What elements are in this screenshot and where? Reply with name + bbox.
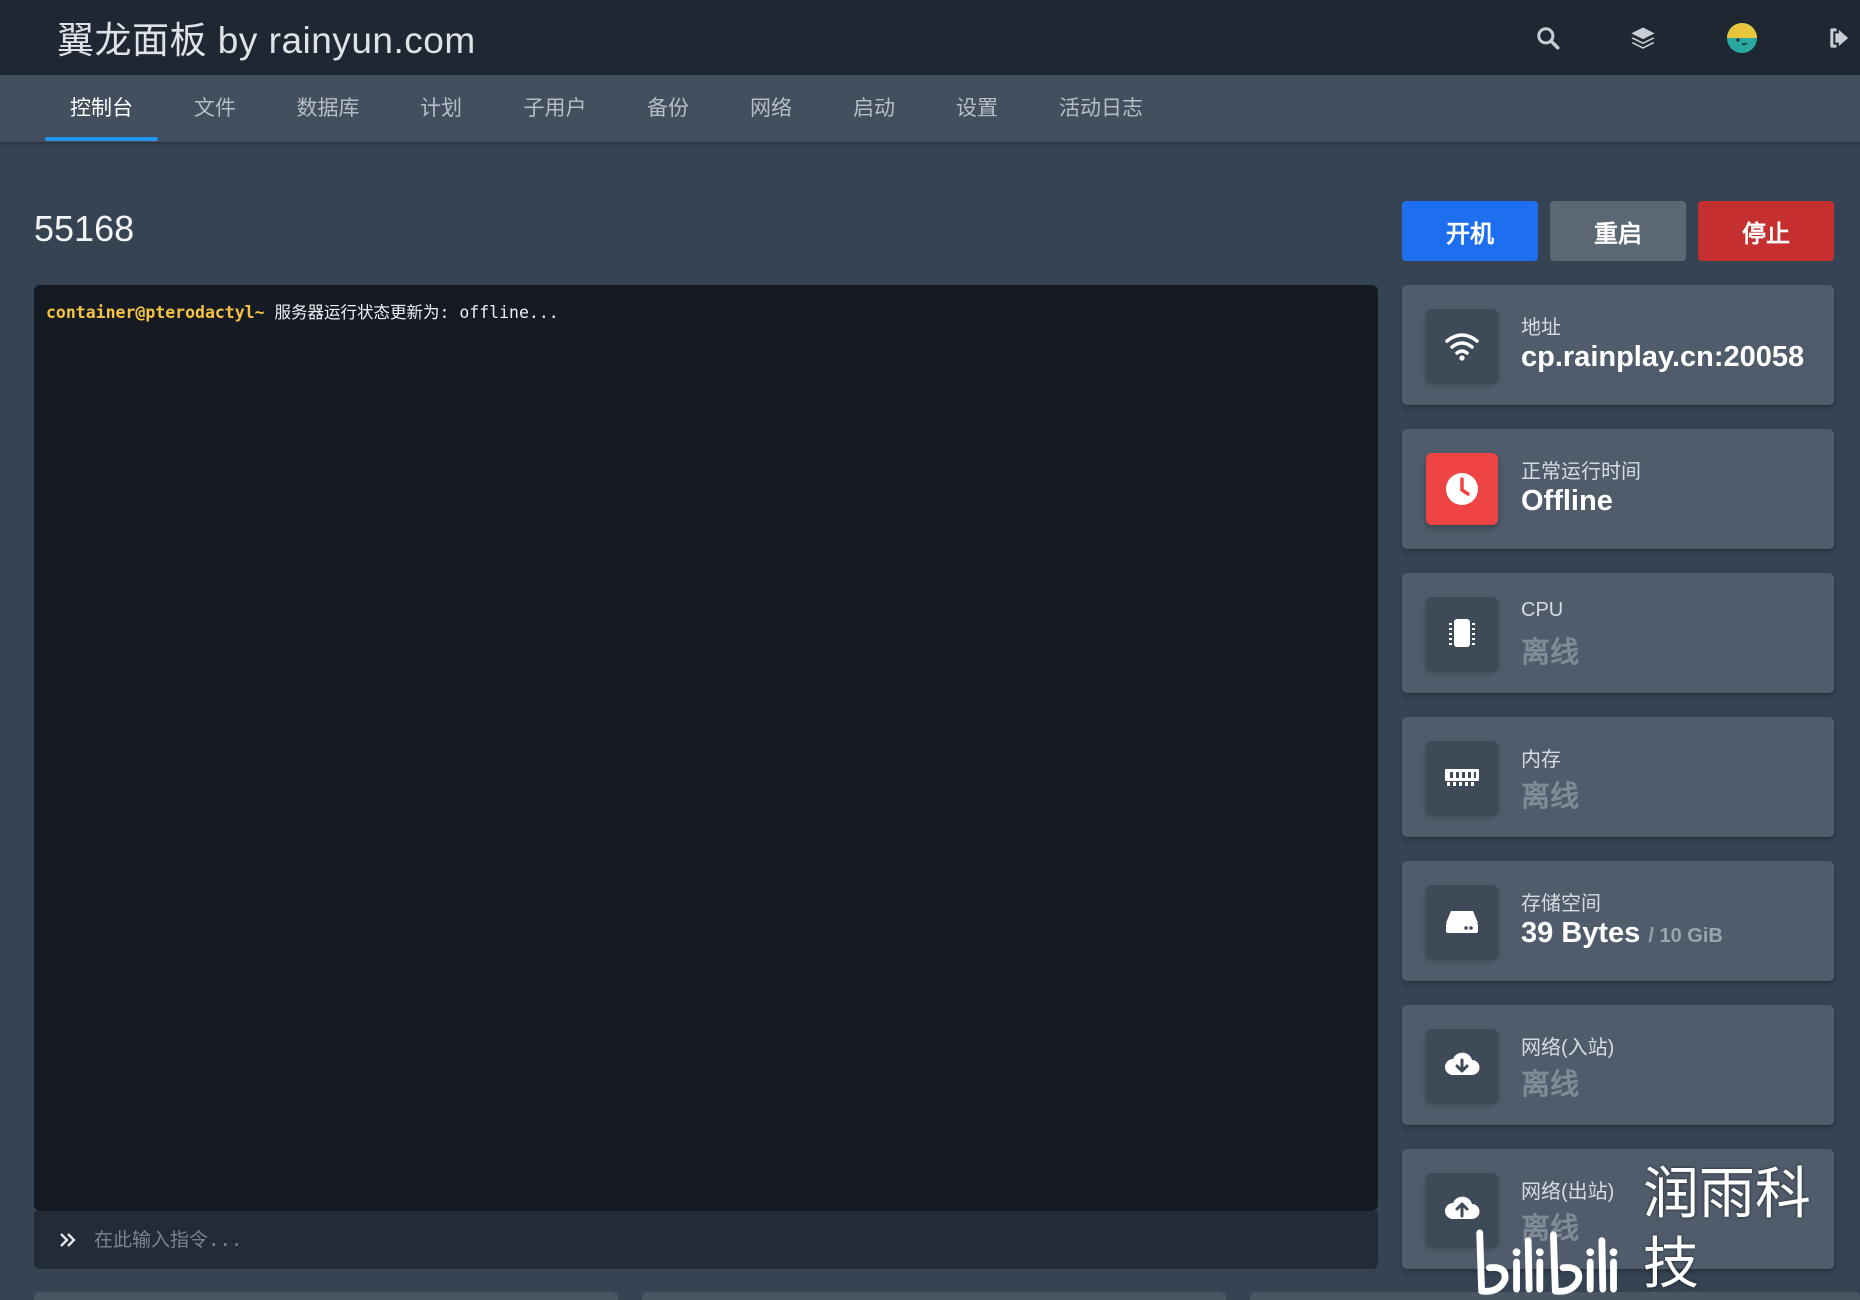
tab-files[interactable]: 文件 — [178, 75, 252, 142]
tab-schedules[interactable]: 计划 — [404, 75, 478, 142]
tab-activity-log[interactable]: 活动日志 — [1043, 75, 1159, 142]
tab-settings[interactable]: 设置 — [940, 75, 1014, 142]
cpu-chip-icon — [1426, 597, 1498, 669]
console-output[interactable]: container@pterodactyl~ 服务器运行状态更新为: offli… — [34, 285, 1378, 1211]
memory-value: 离线 — [1521, 781, 1580, 813]
server-name: 55168 — [34, 208, 135, 249]
stat-card-address: 地址 cp.rainplay.cn:20058 — [1402, 285, 1834, 405]
tab-backups[interactable]: 备份 — [631, 75, 705, 142]
command-input[interactable] — [94, 1220, 1378, 1260]
disk-value: 39 Bytes / 10 GiB — [1521, 917, 1723, 950]
bilibili-logo-icon — [1476, 1229, 1618, 1295]
console-input-bar — [34, 1211, 1378, 1269]
brand-title[interactable]: 翼龙面板 by rainyun.com — [57, 10, 476, 64]
watermark: 润雨科技 — [1470, 1162, 1860, 1300]
clock-icon — [1426, 453, 1498, 525]
cpu-label: CPU — [1521, 599, 1564, 621]
address-value[interactable]: cp.rainplay.cn:20058 — [1521, 341, 1804, 374]
memory-icon — [1426, 741, 1498, 813]
tab-subusers[interactable]: 子用户 — [508, 75, 602, 142]
server-nav: 控制台 文件 数据库 计划 子用户 备份 网络 启动 设置 活动日志 — [0, 75, 1860, 142]
console-prompt: container@pterodactyl~ — [46, 303, 265, 322]
stop-button[interactable]: 停止 — [1698, 201, 1834, 261]
tab-console[interactable]: 控制台 — [45, 75, 158, 142]
stat-card-disk: 存储空间 39 Bytes / 10 GiB — [1402, 861, 1834, 981]
top-bar: 翼龙面板 by rainyun.com — [0, 0, 1860, 75]
uptime-label: 正常运行时间 — [1521, 461, 1641, 483]
avatar[interactable] — [1722, 18, 1762, 58]
stat-card-memory: 内存 离线 — [1402, 717, 1834, 837]
disk-used: 39 Bytes — [1521, 917, 1641, 949]
graph-card-memory — [642, 1292, 1226, 1300]
search-icon[interactable] — [1528, 18, 1568, 58]
cloud-download-icon — [1426, 1029, 1498, 1101]
network-out-label: 网络(出站) — [1521, 1181, 1615, 1203]
watermark-text: 润雨科技 — [1642, 1162, 1811, 1297]
active-tab-indicator — [45, 137, 158, 141]
layers-icon[interactable] — [1623, 18, 1663, 58]
restart-button[interactable]: 重启 — [1550, 201, 1686, 261]
stat-card-network-in: 网络(入站) 离线 — [1402, 1005, 1834, 1125]
uptime-value: Offline — [1521, 485, 1613, 517]
tab-databases[interactable]: 数据库 — [282, 75, 374, 142]
address-label: 地址 — [1521, 317, 1561, 339]
memory-label: 内存 — [1521, 749, 1561, 771]
stat-card-uptime: 正常运行时间 Offline — [1402, 429, 1834, 549]
cpu-value: 离线 — [1521, 637, 1580, 669]
console-line: container@pterodactyl~ 服务器运行状态更新为: offli… — [46, 299, 559, 323]
chevron-double-right-icon — [54, 1230, 82, 1250]
stat-card-cpu: CPU 离线 — [1402, 573, 1834, 693]
wifi-icon — [1426, 309, 1498, 381]
network-in-label: 网络(入站) — [1521, 1037, 1615, 1059]
graph-card-cpu — [34, 1292, 618, 1300]
hard-drive-icon — [1426, 885, 1498, 957]
start-button[interactable]: 开机 — [1402, 201, 1538, 261]
tab-network[interactable]: 网络 — [734, 75, 808, 142]
logout-icon[interactable] — [1820, 18, 1860, 58]
disk-limit: / 10 GiB — [1648, 925, 1723, 947]
network-in-value: 离线 — [1521, 1069, 1580, 1101]
disk-label: 存储空间 — [1521, 893, 1601, 915]
console-message: 服务器运行状态更新为: offline... — [264, 303, 559, 322]
tab-startup[interactable]: 启动 — [837, 75, 911, 142]
